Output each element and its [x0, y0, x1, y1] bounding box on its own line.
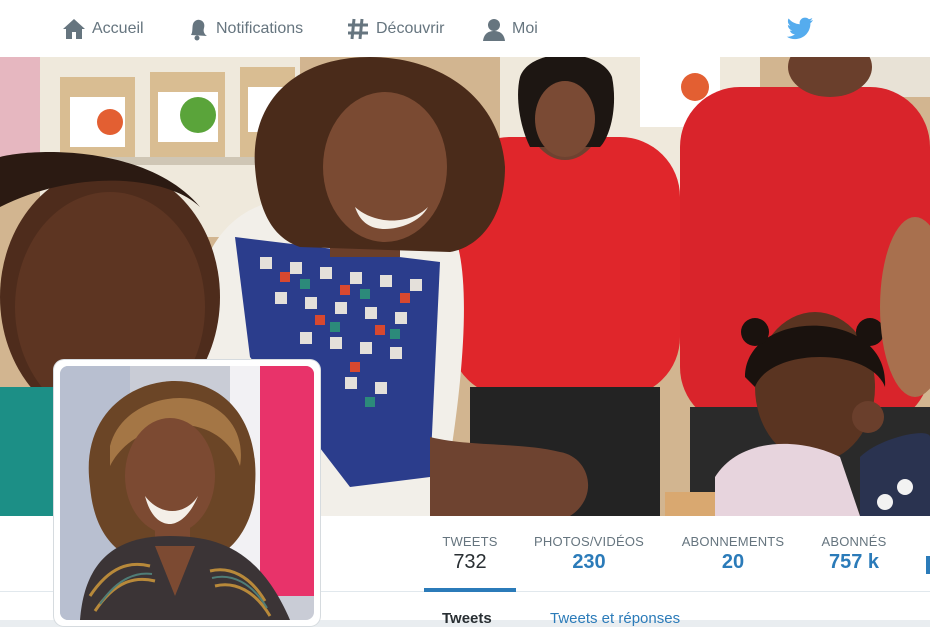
- nav-home[interactable]: Accueil: [60, 16, 144, 42]
- tab-tweets-and-replies[interactable]: Tweets et réponses: [550, 610, 680, 627]
- tab-tweets[interactable]: Tweets: [442, 610, 492, 627]
- stat-abonnes[interactable]: ABONNÉS 757 k: [816, 534, 892, 574]
- next-stat-cutoff: [926, 556, 930, 574]
- stat-tweets-label: TWEETS: [442, 534, 498, 549]
- nav-discover[interactable]: Découvrir: [344, 16, 444, 42]
- top-navigation-bar: Accueil Notifications Découvrir Moi: [0, 0, 930, 58]
- hashtag-icon: [344, 16, 372, 42]
- stat-abonnements-label: ABONNEMENTS: [681, 534, 785, 549]
- home-icon: [60, 16, 88, 42]
- stat-abonnes-value: 757 k: [828, 551, 880, 573]
- stat-abonnements-value: 20: [721, 551, 745, 573]
- stat-tweets[interactable]: TWEETS 732: [432, 534, 508, 574]
- twitter-bird-icon[interactable]: [786, 17, 814, 41]
- nav-me-label: Moi: [512, 20, 538, 37]
- bell-icon: [184, 16, 212, 42]
- stat-photos-videos[interactable]: PHOTOS/VIDÉOS 230: [528, 534, 650, 574]
- nav-discover-label: Découvrir: [376, 20, 445, 37]
- nav-me[interactable]: Moi: [480, 16, 538, 42]
- profile-avatar[interactable]: [54, 360, 320, 626]
- nav-home-label: Accueil: [92, 20, 144, 37]
- nav-notifications[interactable]: Notifications: [184, 16, 303, 42]
- avatar-photo: [60, 366, 314, 620]
- nav-notifications-label: Notifications: [216, 20, 304, 37]
- stat-abonnements[interactable]: ABONNEMENTS 20: [678, 534, 788, 574]
- stat-tweets-value: 732: [453, 551, 487, 573]
- stat-photos-videos-value: 230: [572, 551, 606, 573]
- stat-photos-videos-label: PHOTOS/VIDÉOS: [534, 534, 644, 549]
- stat-abonnes-label: ABONNÉS: [821, 534, 887, 549]
- user-icon: [480, 16, 508, 42]
